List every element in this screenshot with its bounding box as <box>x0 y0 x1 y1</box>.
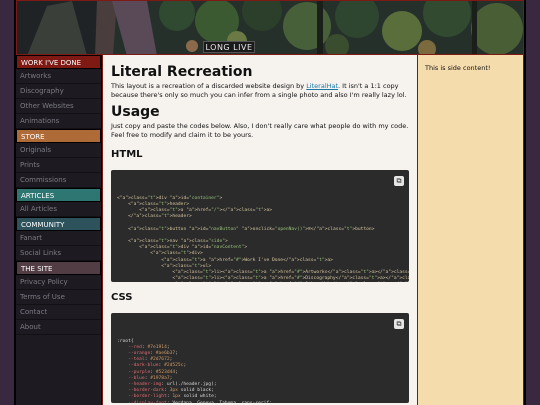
main-content: Literal Recreation This layout is a recr… <box>102 55 418 405</box>
copy-icon[interactable]: ⧉ <box>394 176 404 186</box>
html-code-lines: <"a">class="t">div "a">id="container"> <… <box>117 196 409 282</box>
nav-heading[interactable]: ARTICLES <box>16 188 101 202</box>
nav-item-terms-of-use[interactable]: Terms of Use <box>16 290 101 305</box>
nav-item-prints[interactable]: Prints <box>16 158 101 173</box>
nav-item-contact[interactable]: Contact <box>16 305 101 320</box>
nav-item-all-articles[interactable]: All Articles <box>16 202 101 217</box>
page-title: Literal Recreation <box>111 64 253 80</box>
side-navigation: WORK I'VE DONE Artworks Discography Other W… <box>16 55 102 405</box>
html-code-block[interactable]: ⧉ <"a">class="t">div "a">id="container">… <box>111 170 409 282</box>
page-container: LONG LIVE WORK I'VE DONE Artworks Discogra… <box>14 0 526 405</box>
usage-heading: Usage <box>111 104 160 120</box>
usage-text: Just copy and paste the codes below. Als… <box>111 122 409 139</box>
nav-heading[interactable]: STORE <box>16 129 101 143</box>
nav-item-privacy-policy[interactable]: Privacy Policy <box>16 275 101 290</box>
css-code-block[interactable]: ⧉ :root{ --red: #7e1914; --orange: #ae6b… <box>111 313 409 403</box>
code-line: <"a">class="t">button "a">id="navButton"… <box>117 226 375 232</box>
header-image <box>17 1 523 54</box>
header-banner[interactable]: LONG LIVE <box>16 0 524 55</box>
copy-icon[interactable]: ⧉ <box>394 319 404 329</box>
nav-item-about[interactable]: About <box>16 320 101 335</box>
css-code-lines: :root{ --red: #7e1914; --orange: #ae6b37… <box>117 339 403 403</box>
side-text: This is side content! <box>425 64 491 72</box>
literalhat-link[interactable]: LiteralHat <box>306 82 338 90</box>
nav-heading[interactable]: COMMUNITY <box>16 217 101 231</box>
intro-text: This layout is a recreation of a discard… <box>111 82 409 99</box>
html-heading: HTML <box>111 149 143 160</box>
nav-item-animations[interactable]: Animations <box>16 114 101 129</box>
code-line: --display-font: Verdana, Geneva, Tahoma,… <box>117 401 403 403</box>
header-sign: LONG LIVE <box>203 41 255 53</box>
nav-item-social-links[interactable]: Social Links <box>16 246 101 261</box>
nav-item-artworks[interactable]: Artworks <box>16 69 101 84</box>
nav-heading[interactable]: WORK I'VE DONE <box>16 55 101 69</box>
nav-item-discography[interactable]: Discography <box>16 84 101 99</box>
nav-item-fanart[interactable]: Fanart <box>16 231 101 246</box>
css-heading: CSS <box>111 292 133 303</box>
intro-before: This layout is a recreation of a discard… <box>111 82 307 90</box>
side-content: This is side content! <box>418 55 524 405</box>
nav-item-commissions[interactable]: Commissions <box>16 173 101 188</box>
nav-heading[interactable]: THE SITE <box>16 261 101 275</box>
nav-item-originals[interactable]: Originals <box>16 143 101 158</box>
nav-item-other-websites[interactable]: Other Websites <box>16 99 101 114</box>
